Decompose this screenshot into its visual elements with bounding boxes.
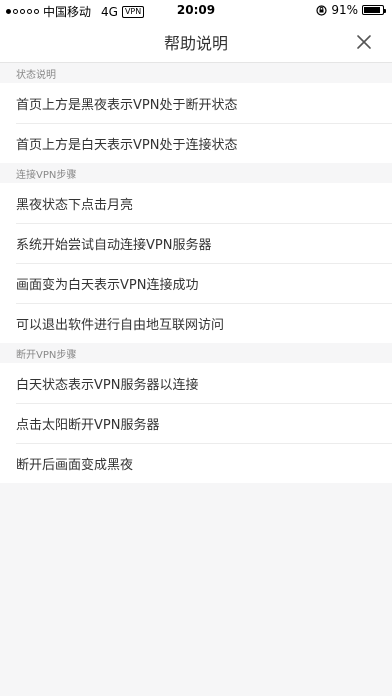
list-item: 画面变为白天表示VPN连接成功 bbox=[0, 263, 392, 303]
section-header: 连接VPN步骤 bbox=[0, 163, 392, 183]
list-item: 系统开始尝试自动连接VPN服务器 bbox=[0, 223, 392, 263]
nav-bar: 帮助说明 bbox=[0, 22, 392, 63]
page-title: 帮助说明 bbox=[163, 34, 228, 53]
section-header: 断开VPN步骤 bbox=[0, 343, 392, 363]
battery-percent: 91% bbox=[331, 3, 358, 17]
battery-fill bbox=[364, 7, 380, 13]
battery-icon bbox=[362, 5, 386, 15]
section-disconnect: 断开VPN步骤 白天状态表示VPN服务器以连接 点击太阳断开VPN服务器 断开后… bbox=[0, 343, 392, 483]
list-item: 点击太阳断开VPN服务器 bbox=[0, 403, 392, 443]
close-button[interactable] bbox=[352, 30, 376, 54]
status-bar: 中国移动 4G VPN 20:09 91% bbox=[0, 0, 392, 22]
list-item: 黑夜状态下点击月亮 bbox=[16, 197, 134, 213]
section-status: 状态说明 首页上方是黑夜表示VPN处于断开状态 首页上方是白天表示VPN处于连接… bbox=[0, 63, 392, 163]
section-header: 状态说明 bbox=[0, 63, 392, 83]
orientation-lock-icon bbox=[316, 4, 327, 16]
section-list: 白天状态表示VPN服务器以连接 点击太阳断开VPN服务器 断开后画面变成黑夜 bbox=[0, 363, 392, 483]
status-right: 91% bbox=[316, 3, 386, 17]
list-item: 白天状态表示VPN服务器以连接 bbox=[16, 377, 199, 393]
list-item: 首页上方是黑夜表示VPN处于断开状态 bbox=[16, 97, 238, 113]
list-item: 可以退出软件进行自由地互联网访问 bbox=[0, 303, 392, 343]
close-icon bbox=[357, 35, 371, 49]
section-connect: 连接VPN步骤 黑夜状态下点击月亮 系统开始尝试自动连接VPN服务器 画面变为白… bbox=[0, 163, 392, 343]
section-list: 首页上方是黑夜表示VPN处于断开状态 首页上方是白天表示VPN处于连接状态 bbox=[0, 83, 392, 163]
section-list: 黑夜状态下点击月亮 系统开始尝试自动连接VPN服务器 画面变为白天表示VPN连接… bbox=[0, 183, 392, 343]
help-content: 状态说明 首页上方是黑夜表示VPN处于断开状态 首页上方是白天表示VPN处于连接… bbox=[0, 63, 392, 483]
list-item: 断开后画面变成黑夜 bbox=[0, 443, 392, 483]
list-item: 首页上方是白天表示VPN处于连接状态 bbox=[0, 123, 392, 163]
